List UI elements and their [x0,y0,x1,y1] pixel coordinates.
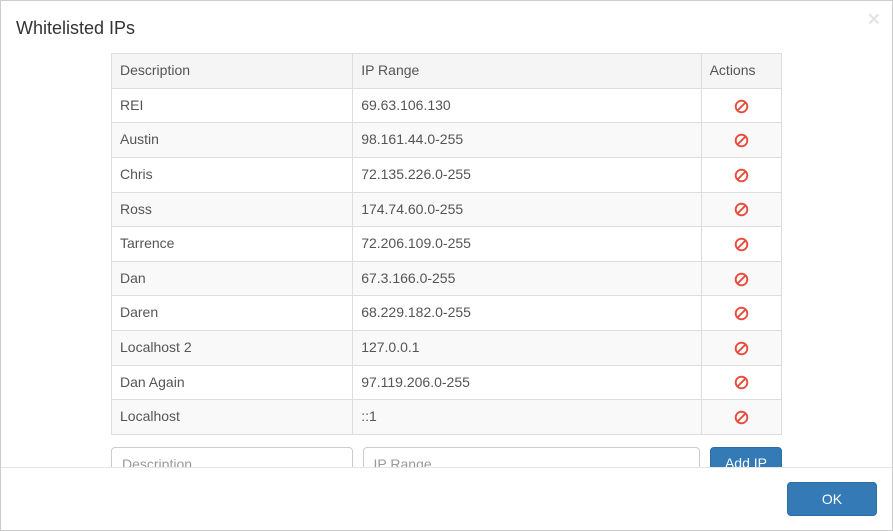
add-ip-button[interactable]: Add IP [710,447,782,467]
delete-icon[interactable] [734,130,749,150]
add-ip-form: Add IP [111,447,782,467]
ip-range-input[interactable] [363,447,700,467]
cell-description: Localhost 2 [112,330,353,365]
modal-body: Description IP Range Actions REI69.63.10… [1,53,892,467]
delete-icon[interactable] [734,269,749,289]
table-row: Localhost::1 [112,400,782,435]
description-input[interactable] [111,447,353,467]
cell-ip-range: 72.135.226.0-255 [353,157,701,192]
ips-table: Description IP Range Actions REI69.63.10… [111,53,782,435]
table-row: Ross174.74.60.0-255 [112,192,782,227]
table-header-row: Description IP Range Actions [112,54,782,89]
cell-actions [701,400,781,435]
table-row: Dan Again97.119.206.0-255 [112,365,782,400]
cell-actions [701,157,781,192]
table-row: REI69.63.106.130 [112,88,782,123]
cell-description: Dan Again [112,365,353,400]
cell-actions [701,296,781,331]
cell-ip-range: 72.206.109.0-255 [353,227,701,262]
cell-description: Ross [112,192,353,227]
cell-actions [701,227,781,262]
whitelisted-ips-modal: Whitelisted IPs × Description IP Range A… [0,0,893,531]
cell-ip-range: 127.0.0.1 [353,330,701,365]
cell-ip-range: 68.229.182.0-255 [353,296,701,331]
delete-icon[interactable] [734,200,749,220]
modal-footer: OK [1,467,892,530]
ok-button[interactable]: OK [787,482,877,516]
cell-description: Austin [112,123,353,158]
cell-description: Chris [112,157,353,192]
header-description: Description [112,54,353,89]
cell-ip-range: 69.63.106.130 [353,88,701,123]
close-button[interactable]: × [868,9,880,30]
modal-title: Whitelisted IPs [16,16,877,41]
table-row: Tarrence72.206.109.0-255 [112,227,782,262]
cell-description: REI [112,88,353,123]
cell-actions [701,88,781,123]
cell-actions [701,192,781,227]
table-row: Austin98.161.44.0-255 [112,123,782,158]
cell-actions [701,123,781,158]
cell-ip-range: 97.119.206.0-255 [353,365,701,400]
cell-ip-range: 98.161.44.0-255 [353,123,701,158]
cell-actions [701,330,781,365]
delete-icon[interactable] [734,303,749,323]
delete-icon[interactable] [734,407,749,427]
cell-actions [701,261,781,296]
cell-description: Tarrence [112,227,353,262]
delete-icon[interactable] [734,234,749,254]
delete-icon[interactable] [734,338,749,358]
cell-description: Localhost [112,400,353,435]
delete-icon[interactable] [734,96,749,116]
table-row: Chris72.135.226.0-255 [112,157,782,192]
modal-header: Whitelisted IPs × [1,1,892,53]
cell-ip-range: 67.3.166.0-255 [353,261,701,296]
cell-ip-range: 174.74.60.0-255 [353,192,701,227]
delete-icon[interactable] [734,165,749,185]
cell-actions [701,365,781,400]
delete-icon[interactable] [734,373,749,393]
header-actions: Actions [701,54,781,89]
header-ip-range: IP Range [353,54,701,89]
table-row: Dan67.3.166.0-255 [112,261,782,296]
cell-description: Daren [112,296,353,331]
cell-description: Dan [112,261,353,296]
cell-ip-range: ::1 [353,400,701,435]
table-row: Daren68.229.182.0-255 [112,296,782,331]
table-row: Localhost 2127.0.0.1 [112,330,782,365]
